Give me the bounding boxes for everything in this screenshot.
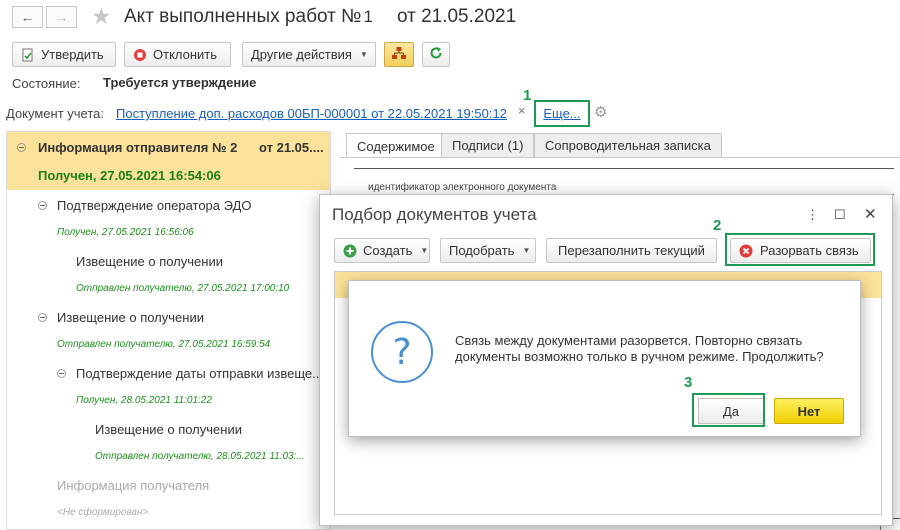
step-marker-1: 1 [523,87,532,104]
tree-item-title[interactable]: Извещение о получении [76,254,223,269]
question-icon: ? [371,321,433,383]
no-button[interactable]: Нет [774,398,844,424]
more-link[interactable]: Еще... [543,106,580,121]
collapse-icon[interactable] [38,201,47,210]
create-button[interactable]: Создать ▼ [334,238,430,263]
hierarchy-icon [391,46,407,63]
tree-item-status: Отправлен получателю, 27.05.2021 16:59:5… [57,339,271,350]
arrow-left-icon: ← [20,9,35,25]
collapse-icon[interactable] [57,369,66,378]
step-marker-2: 2 [713,217,722,234]
forward-button[interactable]: → [46,6,77,28]
structure-button[interactable] [384,42,414,67]
tab-cover-note[interactable]: Сопроводительная записка [534,133,722,157]
refill-current-button[interactable]: Перезаполнить текущий [546,238,717,263]
tree-item-status: Получен, 27.05.2021 16:56:06 [57,227,194,238]
tree-item-status: Получен, 28.05.2021 11:01:22 [76,395,212,406]
favorite-star-icon[interactable]: ★ [91,3,112,30]
tab-content[interactable]: Содержимое [346,133,446,158]
approve-doc-icon [21,48,35,62]
status-label: Состояние: [12,76,81,91]
tab-divider [340,157,900,158]
chevron-down-icon: ▼ [420,246,429,255]
gear-icon[interactable]: ⚙ [594,103,607,121]
tree-item-status: <Не сформирован> [57,507,149,518]
tree-item-title[interactable]: Подтверждение даты отправки извеще... [76,366,323,381]
confirm-dialog: ? Связь между документами разорвется. По… [348,280,861,437]
chevron-down-icon: ▼ [359,50,368,59]
document-link[interactable]: Поступление доп. расходов 00БП-000001 от… [116,106,507,121]
break-link-highlight [725,233,875,266]
more-vertical-icon[interactable]: ⋮ [806,207,819,223]
preview-text: идентификатор электронного документа [368,182,557,193]
approve-button[interactable]: Утвердить [12,42,116,67]
tab-signatures[interactable]: Подписи (1) [441,133,535,157]
collapse-icon[interactable] [17,143,26,152]
add-icon [343,244,357,258]
arrow-right-icon: → [54,9,69,25]
exchange-tree: Информация отправителя № 2 от 21.05.... … [6,131,331,530]
confirm-message: Связь между документами разорвется. Повт… [455,333,824,364]
page-title: Акт выполненных работ № 1 от 21.05.2021 [124,6,517,27]
reject-icon [133,48,147,62]
collapse-icon[interactable] [38,313,47,322]
status-value: Требуется утверждение [103,75,257,90]
yes-highlight [692,393,765,427]
tree-item-status: Отправлен получателю, 27.05.2021 17:00:1… [76,283,290,294]
root-node-status: Получен, 27.05.2021 16:54:06 [38,168,221,183]
reject-button[interactable]: Отклонить [124,42,231,67]
other-actions-button[interactable]: Другие действия ▼ [242,42,376,67]
step-marker-3: 3 [684,374,693,391]
chevron-down-icon: ▼ [522,246,531,255]
document-label: Документ учета: [6,106,105,121]
refresh-button[interactable] [422,42,450,67]
back-button[interactable]: ← [12,6,43,28]
dialog-title: Подбор документов учета [332,205,537,224]
root-node-date: от 21.05.... [259,140,324,155]
tree-item-status: Отправлен получателю, 28.05.2021 11:03:.… [95,451,305,462]
tree-item-title[interactable]: Извещение о получении [57,310,204,325]
close-icon[interactable]: ✕ [864,205,877,223]
more-link-highlight[interactable]: Еще... [534,100,590,127]
maximize-icon[interactable]: ☐ [834,207,846,223]
pick-button[interactable]: Подобрать ▼ [440,238,536,263]
clear-link-icon[interactable]: × [518,103,526,118]
tree-item-title[interactable]: Подтверждение оператора ЭДО [57,198,251,213]
tree-item-title[interactable]: Информация получателя [57,478,209,493]
root-node-title: Информация отправителя № 2 [38,140,238,155]
refresh-icon [429,46,443,63]
tree-item-title[interactable]: Извещение о получении [95,422,242,437]
